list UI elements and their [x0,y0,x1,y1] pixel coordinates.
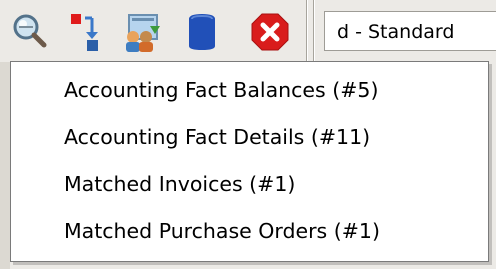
archive-report-icon[interactable] [69,12,109,52]
close-icon[interactable] [250,12,290,52]
menu-item-accounting-fact-balances[interactable]: Accounting Fact Balances (#5) [11,70,488,110]
database-icon[interactable] [183,12,223,52]
left-panel-edge [0,62,10,269]
zoom-across-menu: Accounting Fact Balances (#5) Accounting… [10,61,489,262]
menu-item-matched-purchase-orders[interactable]: Matched Purchase Orders (#1) [11,211,488,251]
menu-item-matched-invoices[interactable]: Matched Invoices (#1) [11,164,488,204]
zoom-across-icon[interactable] [11,12,51,52]
print-format-combo-value: d - Standard [337,21,455,43]
workflow-users-icon[interactable] [122,12,162,52]
print-format-combo[interactable]: d - Standard [324,11,496,51]
toolbar: d - Standard [0,0,496,62]
menu-item-accounting-fact-details[interactable]: Accounting Fact Details (#11) [11,117,488,157]
toolbar-separator [307,0,308,62]
toolbar-separator [314,0,315,62]
